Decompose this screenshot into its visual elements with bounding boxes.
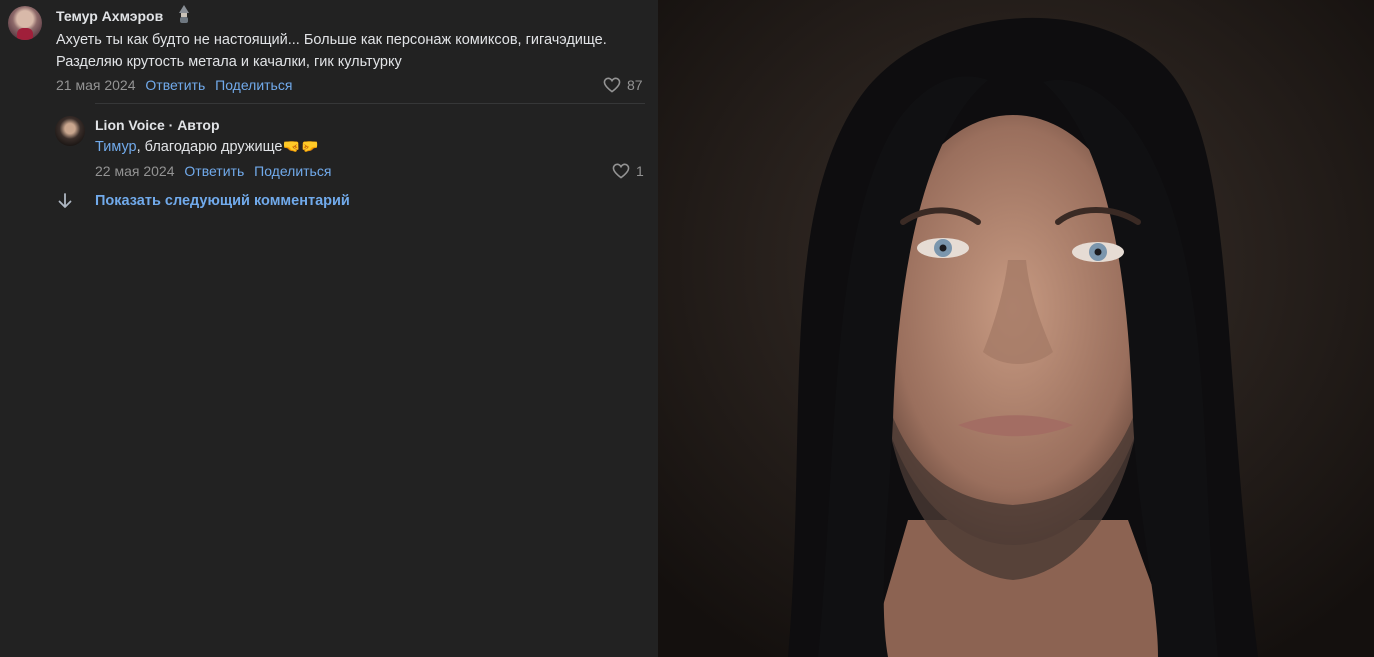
comment-date[interactable]: 21 мая 2024 [56,77,136,93]
like-count: 87 [627,77,643,93]
reply-date[interactable]: 22 мая 2024 [95,163,175,179]
portrait-image [658,0,1374,657]
comment-text: Ахуеть ты как будто не настоящий... Боль… [56,32,607,70]
attached-photo[interactable] [658,0,1374,657]
avatar[interactable] [55,116,85,146]
heart-icon [603,77,621,93]
gnome-emoji-icon [177,5,191,28]
like-count: 1 [636,163,644,179]
like-button[interactable]: 87 [603,77,643,93]
reply-author[interactable]: Lion Voice · Автор [95,117,220,133]
like-button[interactable]: 1 [612,163,644,179]
reply-text: Тимур, благодарю дружище🤜🤛 [95,136,319,158]
reply-button[interactable]: Ответить [145,77,205,93]
comment-meta: 21 мая 2024 Ответить Поделиться [56,77,292,93]
reply-button[interactable]: Ответить [184,163,244,179]
comment-author[interactable]: Темур Ахмэров [56,8,163,24]
reply-message: , благодарю дружище🤜🤛 [136,139,319,155]
reply-meta: 22 мая 2024 Ответить Поделиться [95,163,331,179]
divider [95,103,645,104]
arrow-down-icon[interactable] [56,192,74,215]
comments-panel: Темур Ахмэров Ахуеть ты как будто не нас… [0,0,658,657]
avatar[interactable] [8,6,42,40]
mention-link[interactable]: Тимур [95,139,137,155]
heart-icon [612,163,630,179]
share-button[interactable]: Поделиться [254,163,331,179]
show-next-comment-button[interactable]: Показать следующий комментарий [95,193,350,209]
share-button[interactable]: Поделиться [215,77,292,93]
